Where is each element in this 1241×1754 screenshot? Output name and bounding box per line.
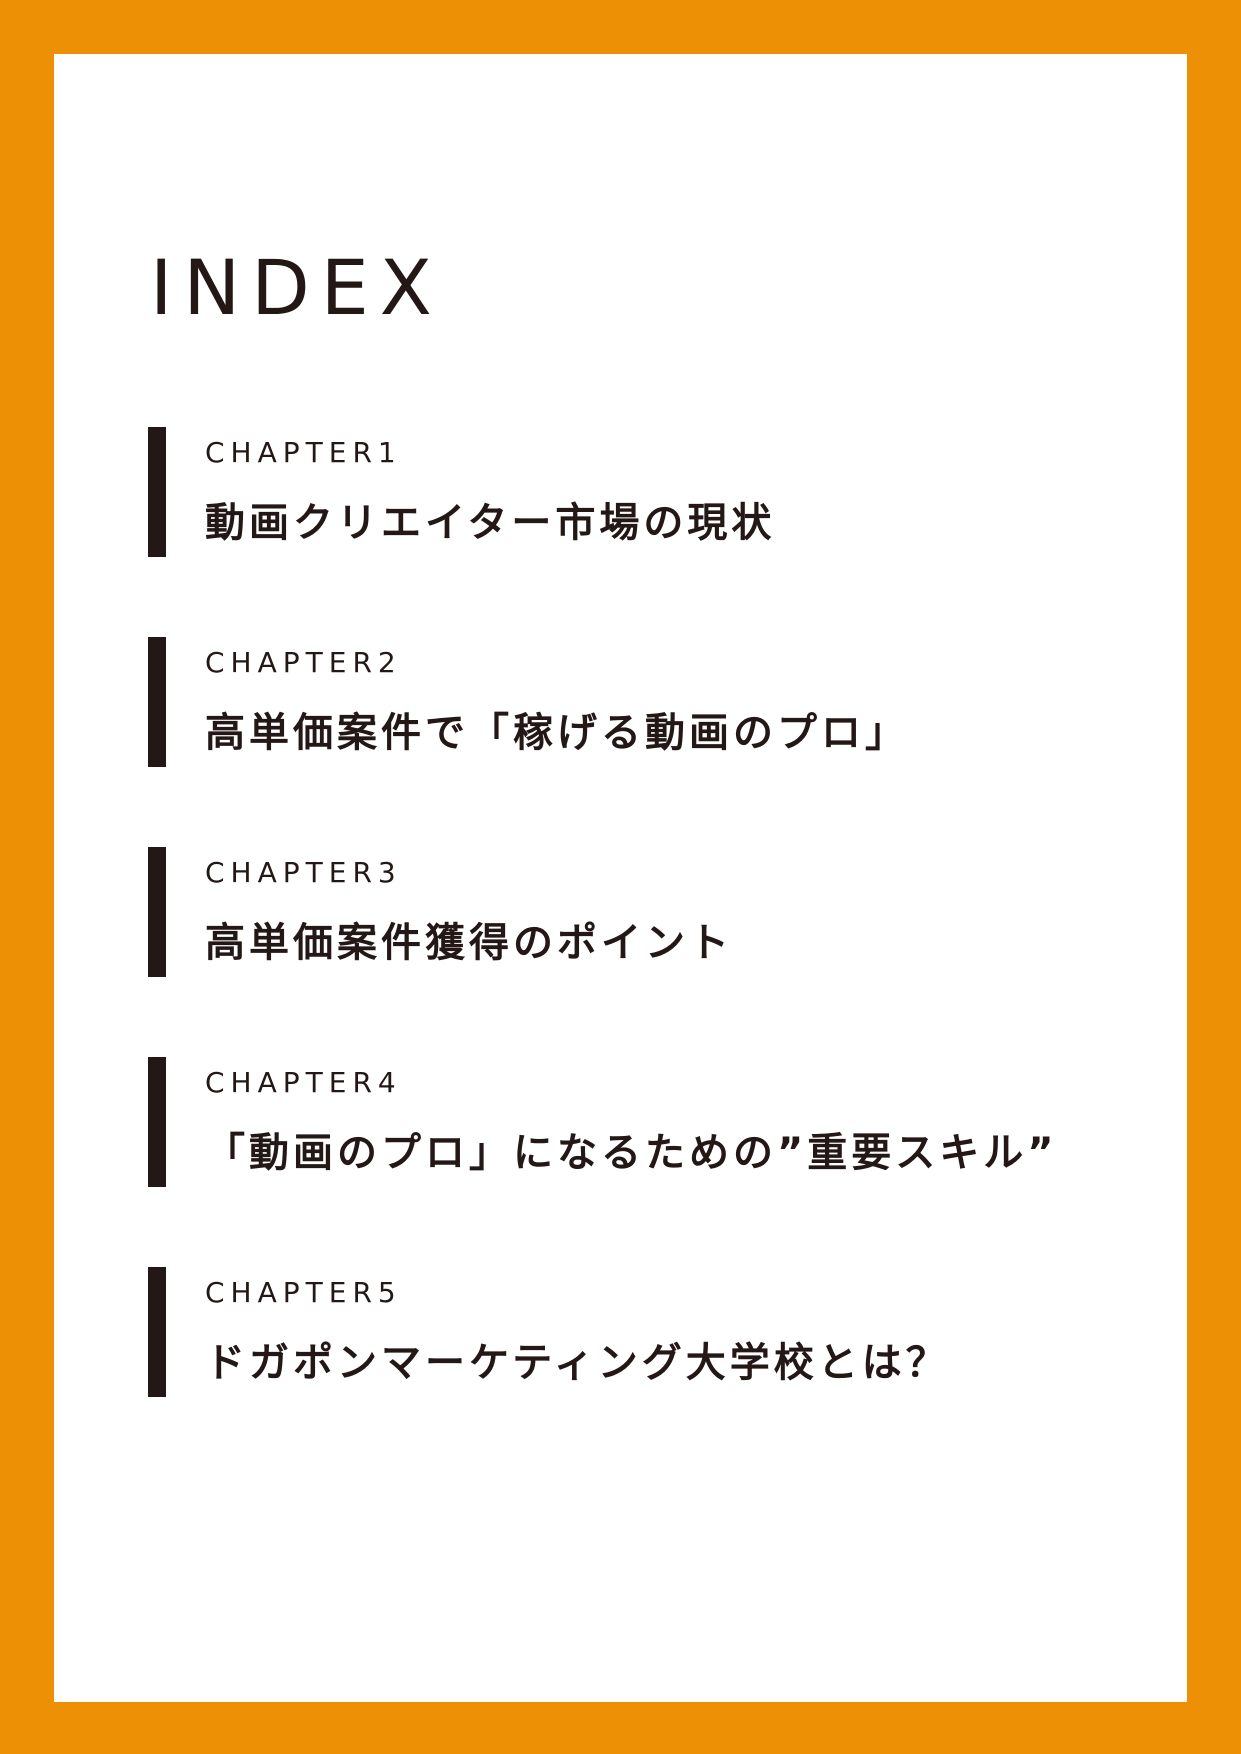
chapter-label: CHAPTER2	[205, 646, 402, 679]
index-title: INDEX	[150, 243, 443, 332]
chapter-label: CHAPTER3	[205, 856, 402, 889]
chapter-bar	[148, 1057, 166, 1187]
chapter-item-4: CHAPTER4 「動画のプロ」になるための”重要スキル”	[148, 1057, 1054, 1187]
chapter-label: CHAPTER4	[205, 1066, 402, 1099]
chapter-item-1: CHAPTER1 動画クリエイター市場の現状	[148, 427, 771, 557]
chapter-bar	[148, 637, 166, 767]
chapter-title: ドガポンマーケティング大学校とは？	[205, 1340, 950, 1386]
chapter-list: CHAPTER1 動画クリエイター市場の現状 CHAPTER2 高単価案件で「稼…	[148, 427, 1054, 1477]
chapter-item-3: CHAPTER3 高単価案件獲得のポイント	[148, 847, 729, 977]
chapter-title: 高単価案件獲得のポイント	[205, 920, 733, 966]
chapter-bar	[148, 427, 166, 557]
chapter-title: 高単価案件で「稼げる動画のプロ」	[205, 710, 909, 756]
chapter-title: 「動画のプロ」になるための”重要スキル”	[205, 1130, 1058, 1176]
chapter-title: 動画クリエイター市場の現状	[205, 500, 776, 546]
chapter-bar	[148, 847, 166, 977]
index-page: INDEX CHAPTER1 動画クリエイター市場の現状 CHAPTER2 高単…	[54, 54, 1187, 1702]
chapter-label: CHAPTER5	[205, 1276, 402, 1309]
chapter-label: CHAPTER1	[205, 436, 402, 469]
chapter-item-5: CHAPTER5 ドガポンマーケティング大学校とは？	[148, 1267, 946, 1397]
chapter-item-2: CHAPTER2 高単価案件で「稼げる動画のプロ」	[148, 637, 905, 767]
chapter-bar	[148, 1267, 166, 1397]
